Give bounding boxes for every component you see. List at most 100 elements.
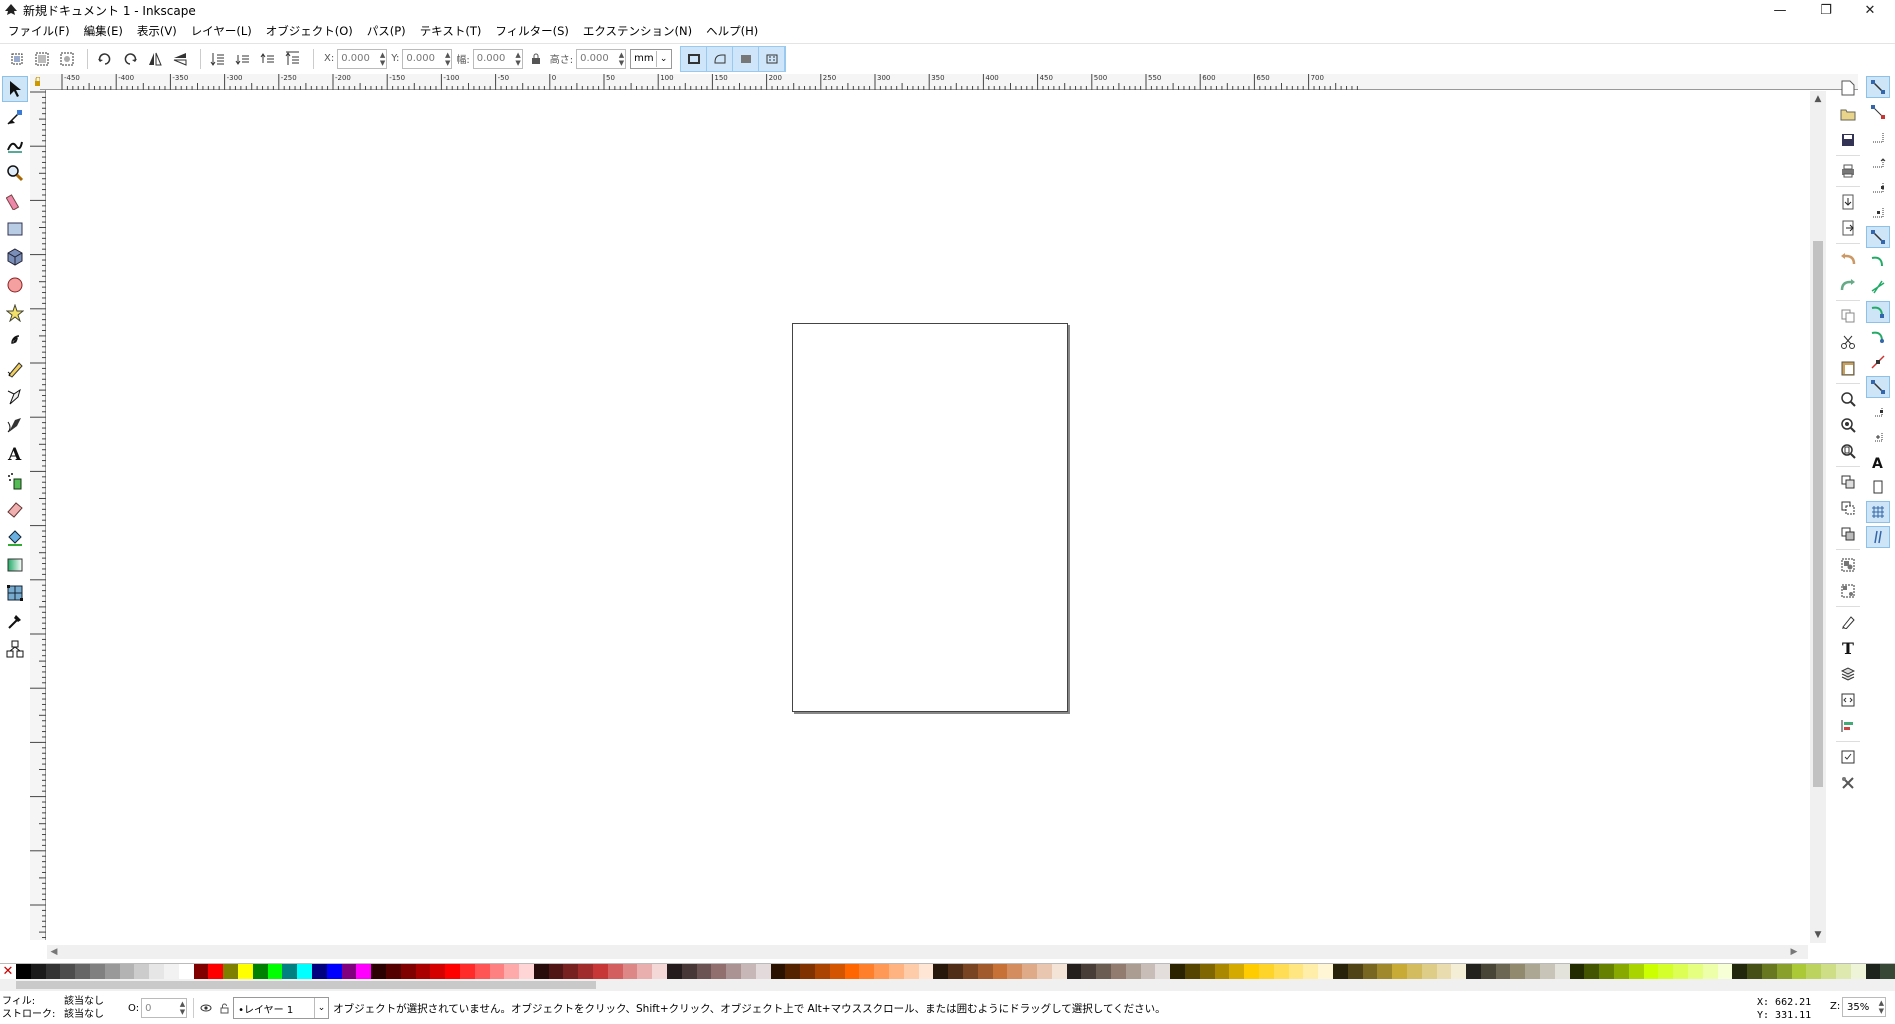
palette-swatch[interactable] [30, 964, 46, 979]
paint-bucket-tool[interactable] [2, 524, 28, 550]
clone-icon[interactable] [1836, 496, 1860, 520]
document-properties-icon[interactable] [1836, 745, 1860, 769]
palette-swatch[interactable] [1791, 964, 1807, 979]
palette-swatch[interactable] [607, 964, 623, 979]
connector-tool[interactable] [2, 636, 28, 662]
palette-swatch[interactable] [1081, 964, 1097, 979]
opacity-spinbox[interactable]: 0 ▲ ▼ [141, 998, 188, 1018]
vertical-ruler[interactable] [30, 90, 46, 940]
node-tool[interactable] [2, 104, 28, 130]
layer-lock-icon[interactable] [220, 1003, 229, 1014]
palette-swatch[interactable] [1880, 964, 1895, 979]
palette-swatch[interactable] [1747, 964, 1763, 979]
palette-swatch[interactable] [1036, 964, 1052, 979]
palette-swatch[interactable] [933, 964, 949, 979]
palette-swatch[interactable] [637, 964, 653, 979]
menu-object[interactable]: オブジェクト(O) [266, 23, 353, 39]
palette-swatch[interactable] [119, 964, 135, 979]
palette-swatch[interactable] [578, 964, 594, 979]
palette-swatch[interactable] [1643, 964, 1659, 979]
palette-swatch[interactable] [489, 964, 505, 979]
deselect-icon[interactable] [56, 48, 78, 70]
vertical-scroll-thumb[interactable] [1813, 241, 1823, 787]
x-spinbox[interactable]: 0.000 ▲ ▼ [337, 48, 388, 69]
palette-swatch[interactable] [1347, 964, 1363, 979]
eraser-tool[interactable] [2, 496, 28, 522]
palette-swatch[interactable] [726, 964, 742, 979]
print-icon[interactable] [1836, 159, 1860, 183]
pen-tool[interactable] [2, 384, 28, 410]
snap-grids-icon[interactable] [1866, 501, 1890, 523]
palette-swatch[interactable] [829, 964, 845, 979]
palette-swatch[interactable] [1584, 964, 1600, 979]
duplicate-icon[interactable] [1836, 470, 1860, 494]
no-paint-swatch[interactable]: ✕ [0, 964, 16, 979]
save-icon[interactable] [1836, 128, 1860, 152]
palette-swatch[interactable] [903, 964, 919, 979]
palette-swatch[interactable] [1451, 964, 1467, 979]
palette-swatch[interactable] [430, 964, 446, 979]
zoom-drawing-icon[interactable] [1836, 413, 1860, 437]
palette-swatch[interactable] [1688, 964, 1703, 979]
raise-to-top-icon[interactable] [282, 48, 304, 70]
palette-swatch[interactable] [1836, 964, 1851, 979]
spin-arrows-icon[interactable]: ▲ ▼ [1879, 999, 1884, 1015]
palette-swatch[interactable] [1273, 964, 1289, 979]
palette-swatch[interactable] [1199, 964, 1215, 979]
palette-swatch[interactable] [75, 964, 90, 979]
palette-swatch[interactable] [1510, 964, 1526, 979]
palette-swatch[interactable] [1776, 964, 1792, 979]
snap-bbox-icon[interactable] [1866, 101, 1890, 123]
palette-swatch[interactable] [859, 964, 875, 979]
unlink-clone-icon[interactable] [1836, 522, 1860, 546]
palette-swatch[interactable] [785, 964, 801, 979]
palette-swatch[interactable] [533, 964, 549, 979]
palette-swatch[interactable] [1096, 964, 1111, 979]
palette-swatch[interactable] [1480, 964, 1496, 979]
menu-extensions[interactable]: エクステンション(N) [583, 23, 692, 39]
palette-swatch[interactable] [1170, 964, 1185, 979]
snap-text-baseline-icon[interactable]: A [1866, 451, 1890, 473]
palette-swatch[interactable] [815, 964, 830, 979]
menu-help[interactable]: ヘルプ(H) [706, 23, 758, 39]
text-font-icon[interactable]: T [1836, 636, 1860, 660]
spin-arrows-icon[interactable]: ▲ ▼ [515, 51, 520, 67]
minimize-button[interactable]: — [1762, 0, 1798, 20]
menu-file[interactable]: ファイル(F) [8, 23, 70, 39]
palette-swatch[interactable] [1806, 964, 1822, 979]
palette-swatch[interactable] [593, 964, 608, 979]
ungroup-icon[interactable] [1836, 579, 1860, 603]
palette-swatch[interactable] [1762, 964, 1777, 979]
snap-guides-icon[interactable] [1866, 526, 1890, 548]
palette-swatch[interactable] [1658, 964, 1674, 979]
snap-smooth-nodes-icon[interactable] [1866, 326, 1890, 348]
palette-swatch[interactable] [889, 964, 904, 979]
flip-horizontal-icon[interactable] [144, 48, 166, 70]
scale-corners-icon[interactable] [707, 46, 734, 71]
close-button[interactable]: ✕ [1852, 0, 1888, 20]
palette-swatch[interactable] [1066, 964, 1082, 979]
palette-swatch[interactable] [563, 964, 579, 979]
palette-swatch[interactable] [1214, 964, 1230, 979]
palette-swatch[interactable] [844, 964, 860, 979]
palette-swatch[interactable] [178, 964, 194, 979]
palette-swatch[interactable] [16, 964, 31, 979]
unit-select[interactable]: mm ⌄ [630, 48, 673, 69]
spray-tool[interactable] [2, 468, 28, 494]
gradient-tool[interactable] [2, 552, 28, 578]
snap-bbox-centers-icon[interactable] [1866, 201, 1890, 223]
palette-swatch[interactable] [356, 964, 372, 979]
palette-swatch[interactable] [149, 964, 164, 979]
menu-filters[interactable]: フィルター(S) [495, 23, 569, 39]
snap-cusp-nodes-icon[interactable] [1866, 301, 1890, 323]
select-all-icon[interactable] [6, 48, 28, 70]
palette-swatch[interactable] [1436, 964, 1452, 979]
palette-swatch[interactable] [622, 964, 638, 979]
lock-icon[interactable] [529, 48, 543, 70]
palette-swatch[interactable] [1377, 964, 1393, 979]
menu-layer[interactable]: レイヤー(L) [191, 23, 252, 39]
calligraphy-tool[interactable] [2, 412, 28, 438]
snap-bbox-corners-icon[interactable] [1866, 151, 1890, 173]
horizontal-ruler[interactable]: -450 -400 -350 -300 -250 -200 -150 -100 -50 0 50 10… [40, 74, 1858, 90]
undo-icon[interactable] [1836, 247, 1860, 271]
